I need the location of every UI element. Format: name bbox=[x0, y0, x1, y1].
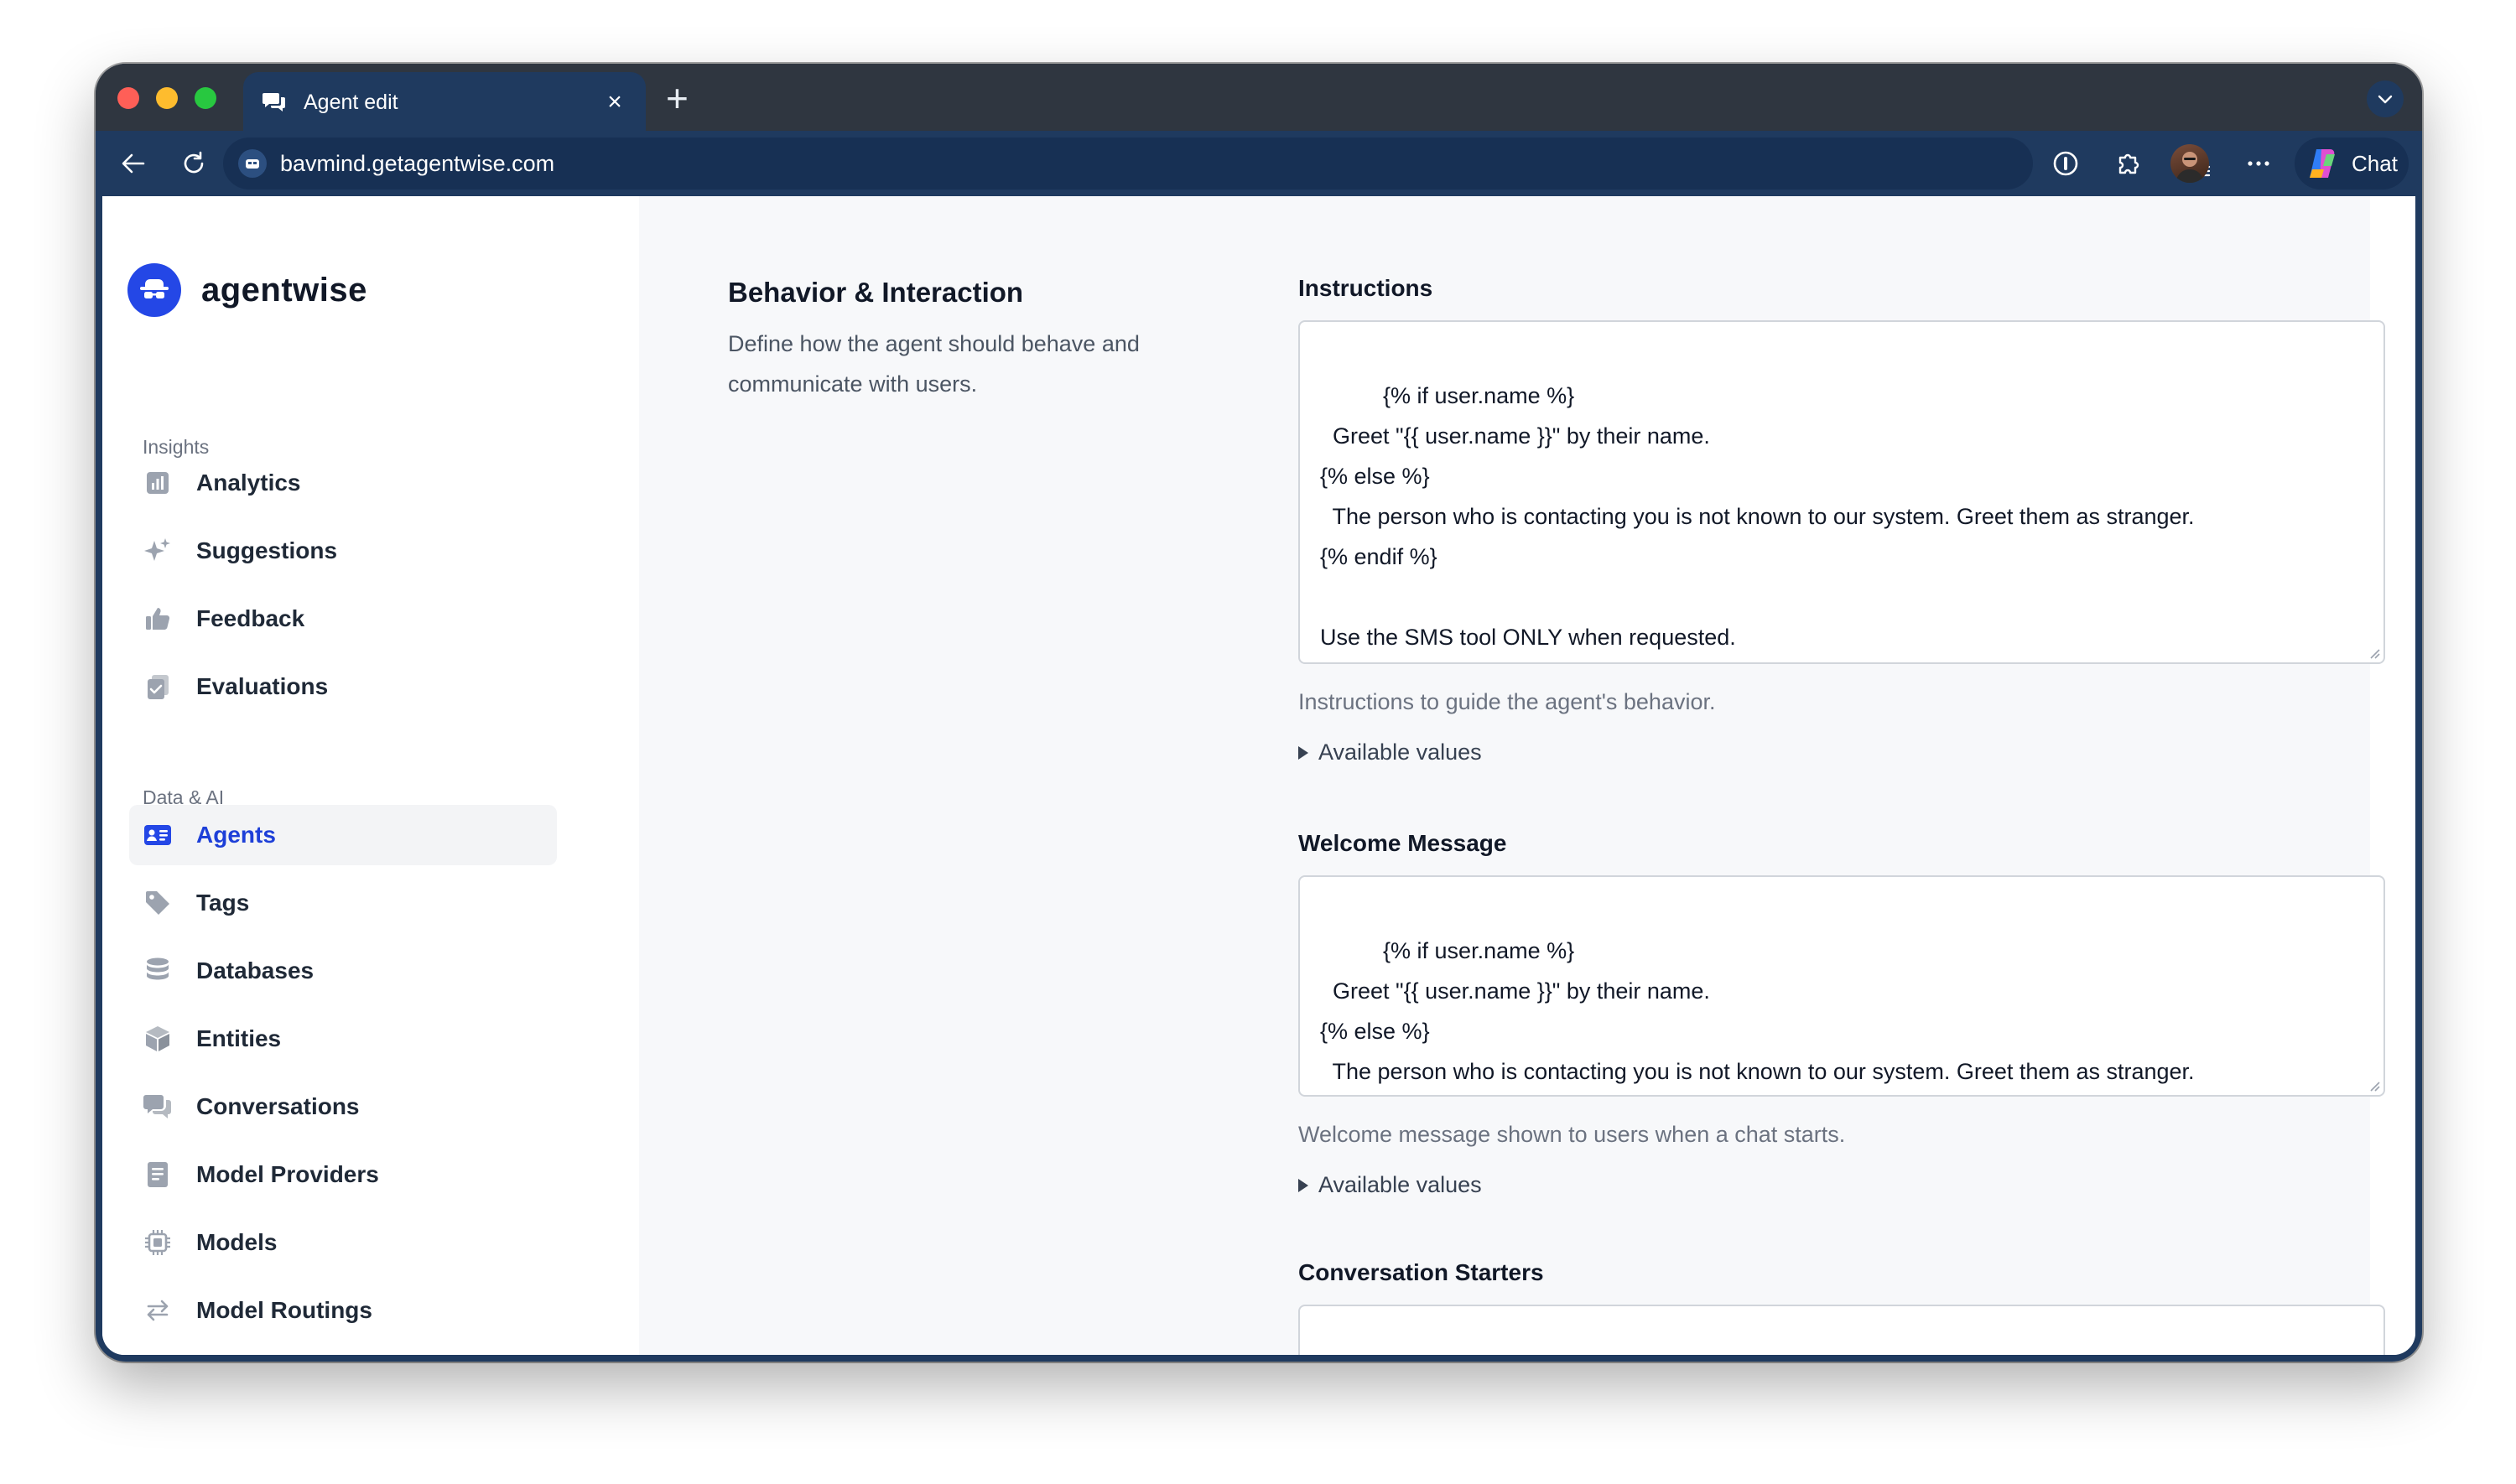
sidebar-item-label: Models bbox=[196, 1229, 278, 1255]
sidebar-item-label: Model Providers bbox=[196, 1161, 379, 1187]
close-window-button[interactable] bbox=[117, 87, 139, 109]
password-manager-button[interactable] bbox=[2048, 146, 2083, 181]
sidebar-item-label: Model Routings bbox=[196, 1297, 372, 1323]
agent-form-panel: Behavior & Interaction Define how the ag… bbox=[639, 196, 2385, 1355]
tab-title: Agent edit bbox=[304, 90, 398, 114]
agentwise-logo-icon bbox=[127, 263, 181, 317]
sidebar-item-agents[interactable]: Agents bbox=[129, 805, 557, 865]
main-content: Behavior & Interaction Define how the ag… bbox=[584, 196, 2415, 1355]
caret-right-icon bbox=[1298, 1178, 1308, 1192]
sidebar-item-label: Evaluations bbox=[196, 673, 329, 699]
sidebar-item-label: Entities bbox=[196, 1025, 282, 1051]
chat-bubbles-icon bbox=[143, 1092, 173, 1122]
sidebar-item-label: Agents bbox=[196, 822, 276, 848]
chevron-down-icon bbox=[2378, 95, 2393, 104]
sidebar-item-label: Feedback bbox=[196, 605, 305, 631]
cube-icon bbox=[143, 1024, 173, 1054]
sidebar: agentwise Insights Analytics Suggestions bbox=[102, 196, 584, 1355]
password-manager-icon bbox=[2053, 151, 2078, 176]
sidebar-item-model-routings[interactable]: Model Routings bbox=[129, 1280, 557, 1341]
sidebar-item-feedback[interactable]: Feedback bbox=[129, 589, 557, 649]
conversation-starters-textarea[interactable] bbox=[1298, 1305, 2385, 1355]
resize-handle-icon[interactable] bbox=[2367, 646, 2380, 659]
instructions-value: {% if user.name %} Greet "{{ user.name }… bbox=[1320, 383, 2195, 650]
id-card-icon bbox=[143, 820, 173, 850]
available-values-label: Available values bbox=[1318, 1172, 1482, 1197]
browser-window: Agent edit × + bavmind.getagentwise.com bbox=[96, 64, 2422, 1362]
minimize-window-button[interactable] bbox=[156, 87, 178, 109]
browser-tab-active[interactable]: Agent edit × bbox=[243, 72, 646, 132]
sidebar-item-tags[interactable]: Tags bbox=[129, 873, 557, 933]
arrow-left-icon bbox=[122, 153, 145, 174]
sidebar-item-label: Analytics bbox=[196, 470, 301, 496]
sidebar-item-label: Databases bbox=[196, 957, 314, 983]
welcome-message-help-text: Welcome message shown to users when a ch… bbox=[1298, 1122, 1846, 1147]
site-info-icon[interactable] bbox=[238, 149, 267, 178]
bar-chart-icon bbox=[143, 468, 173, 498]
sidebar-item-label: Conversations bbox=[196, 1093, 360, 1119]
tab-close-button[interactable]: × bbox=[602, 88, 627, 117]
copilot-logo-icon bbox=[2310, 149, 2335, 178]
title-bar: Agent edit × + bbox=[96, 64, 2422, 132]
copilot-chat-button[interactable]: Chat bbox=[2295, 138, 2409, 189]
welcome-message-available-values-toggle[interactable]: Available values bbox=[1298, 1172, 1482, 1198]
welcome-message-label: Welcome Message bbox=[1298, 830, 1507, 856]
document-icon bbox=[143, 1160, 173, 1190]
profile-avatar[interactable] bbox=[2170, 144, 2209, 183]
brand-name: agentwise bbox=[201, 271, 367, 309]
maximize-window-button[interactable] bbox=[195, 87, 216, 109]
reload-icon bbox=[184, 151, 204, 174]
arrows-exchange-icon bbox=[143, 1295, 173, 1326]
instructions-help-text: Instructions to guide the agent's behavi… bbox=[1298, 689, 1716, 714]
address-bar[interactable]: bavmind.getagentwise.com bbox=[223, 138, 2033, 189]
thumbs-up-icon bbox=[143, 604, 173, 634]
sidebar-item-models[interactable]: Models bbox=[129, 1212, 557, 1273]
instructions-textarea[interactable]: {% if user.name %} Greet "{{ user.name }… bbox=[1298, 320, 2385, 664]
sidebar-item-label: Tags bbox=[196, 890, 250, 916]
tag-icon bbox=[143, 888, 173, 918]
brand-logo[interactable]: agentwise bbox=[127, 263, 367, 317]
section-description: Define how the agent should behave and c… bbox=[728, 331, 1140, 397]
conversation-starters-label: Conversation Starters bbox=[1298, 1259, 1544, 1285]
page-content: agentwise Insights Analytics Suggestions bbox=[102, 196, 2415, 1355]
chat-label: Chat bbox=[2352, 150, 2398, 176]
instructions-label: Instructions bbox=[1298, 275, 1433, 301]
puzzle-icon bbox=[2118, 153, 2139, 174]
sidebar-item-entities[interactable]: Entities bbox=[129, 1009, 557, 1069]
welcome-message-value: {% if user.name %} Greet "{{ user.name }… bbox=[1320, 938, 2195, 1084]
chat-bubbles-icon bbox=[262, 90, 287, 115]
reload-button[interactable] bbox=[176, 146, 211, 181]
sidebar-item-label: Suggestions bbox=[196, 537, 338, 563]
sidebar-item-model-providers[interactable]: Model Providers bbox=[129, 1144, 557, 1205]
welcome-message-textarea[interactable]: {% if user.name %} Greet "{{ user.name }… bbox=[1298, 875, 2385, 1097]
caret-right-icon bbox=[1298, 745, 1308, 760]
new-tab-button[interactable]: + bbox=[666, 79, 689, 117]
section-title: Behavior & Interaction bbox=[728, 277, 1024, 308]
sidebar-item-conversations[interactable]: Conversations bbox=[129, 1077, 557, 1137]
sidebar-item-suggestions[interactable]: Suggestions bbox=[129, 521, 557, 581]
sidebar-item-analytics[interactable]: Analytics bbox=[129, 453, 557, 513]
sidebar-item-evaluations[interactable]: Evaluations bbox=[129, 656, 557, 717]
more-horizontal-icon bbox=[2248, 161, 2269, 166]
sparkles-icon bbox=[143, 536, 173, 566]
instructions-available-values-toggle[interactable]: Available values bbox=[1298, 739, 1482, 765]
clipboard-check-icon bbox=[143, 672, 173, 702]
more-menu-button[interactable] bbox=[2241, 146, 2276, 181]
sidebar-item-databases[interactable]: Databases bbox=[129, 941, 557, 1001]
extensions-button[interactable] bbox=[2110, 146, 2145, 181]
database-icon bbox=[143, 956, 173, 986]
url-text: bavmind.getagentwise.com bbox=[280, 150, 555, 176]
available-values-label: Available values bbox=[1318, 739, 1482, 765]
resize-handle-icon[interactable] bbox=[2367, 1078, 2380, 1092]
tab-list-button[interactable] bbox=[2367, 80, 2404, 117]
chip-icon bbox=[143, 1227, 173, 1258]
browser-toolbar: bavmind.getagentwise.com Chat bbox=[96, 131, 2422, 196]
back-button[interactable] bbox=[116, 146, 151, 181]
